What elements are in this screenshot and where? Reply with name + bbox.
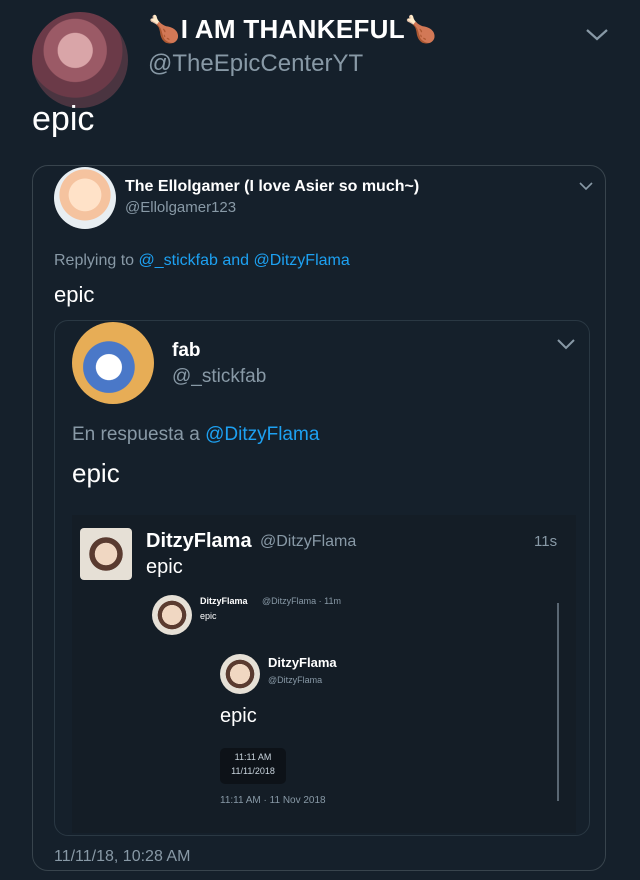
nested-user-avatar[interactable] <box>72 322 154 404</box>
display-name[interactable]: 🍗I AM THANKEFUL🍗 <box>148 14 438 45</box>
display-name-text: I AM THANKEFUL <box>180 14 405 44</box>
screenshot-nested-name: DitzyFlama <box>200 596 248 606</box>
clock-widget-date: 11/11/2018 <box>231 766 275 776</box>
thread-line <box>557 603 559 801</box>
nested-display-name[interactable]: fab <box>172 340 201 362</box>
screenshot-inner-handle: @DitzyFlama <box>268 675 323 685</box>
mention-link[interactable]: @_stickfab <box>139 252 218 269</box>
replying-prefix: Replying to <box>54 252 135 269</box>
drumstick-emoji-left: 🍗 <box>148 14 181 44</box>
clock-widget-time: 11:11 AM <box>234 752 272 762</box>
screenshot-inner-text: epic <box>220 705 257 727</box>
screenshot-nested-handle: @DitzyFlama · 11m <box>262 596 341 606</box>
mention-link[interactable]: @DitzyFlama <box>205 424 319 445</box>
replying-to-line: Replying to @_stickfab and @DitzyFlama <box>54 252 350 270</box>
replying-and: and <box>222 252 250 269</box>
screenshot-inner-name: DitzyFlama <box>268 655 337 670</box>
mention-link[interactable]: @DitzyFlama <box>254 252 350 269</box>
quoted-tweet-text: epic <box>54 282 95 307</box>
screenshot-display-name: DitzyFlama <box>146 530 252 552</box>
chevron-down-icon[interactable] <box>578 180 594 192</box>
chevron-down-icon[interactable] <box>556 337 576 351</box>
user-avatar[interactable] <box>32 12 128 108</box>
quoted-user-avatar[interactable] <box>54 167 116 229</box>
screenshot-inner-footer: 11:11 AM · 11 Nov 2018 <box>220 795 326 806</box>
screenshot-time: 11s <box>534 533 558 550</box>
quoted-display-name[interactable]: The Ellolgamer (I love Asier so much~) <box>125 178 419 196</box>
chevron-down-icon[interactable] <box>584 26 610 44</box>
tweet-text: epic <box>32 100 95 138</box>
drumstick-emoji-right: 🍗 <box>404 14 438 44</box>
user-handle[interactable]: @TheEpicCenterYT <box>148 50 363 78</box>
replying-to-line: En respuesta a @DitzyFlama <box>72 424 319 446</box>
screenshot-nested-text: epic <box>200 611 217 621</box>
replying-prefix: En respuesta a <box>72 424 200 445</box>
nested-tweet-text: epic <box>72 458 120 488</box>
screenshot-handle: @DitzyFlama <box>260 533 357 550</box>
screenshot-avatar <box>80 528 132 580</box>
screenshot-inner-avatar <box>220 654 260 694</box>
quoted-user-handle[interactable]: @Ellolgamer123 <box>125 199 236 216</box>
screenshot-nested-avatar <box>152 595 192 635</box>
screenshot-text: epic <box>146 556 183 578</box>
nested-user-handle[interactable]: @_stickfab <box>172 366 266 388</box>
tweet-timestamp[interactable]: 11/11/18, 10:28 AM <box>54 848 190 866</box>
